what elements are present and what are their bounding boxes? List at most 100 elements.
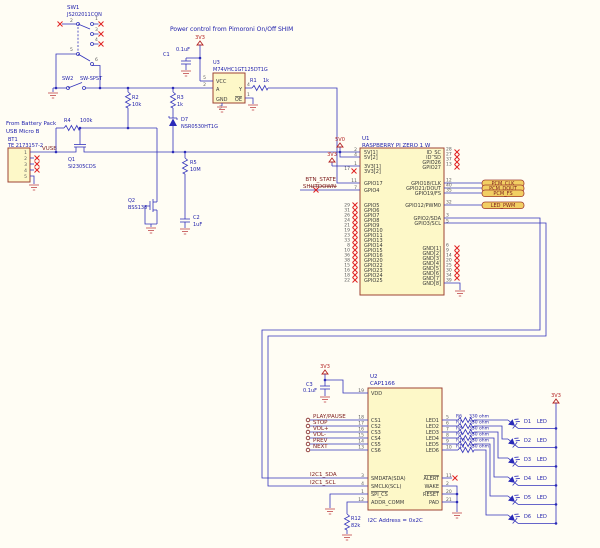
nc-x-icon: [353, 253, 358, 258]
nc-x-icon: [353, 268, 358, 273]
ground-icon: [325, 509, 335, 514]
power-flag-icon: [329, 158, 335, 162]
u1-nc-pin-row: 22 GPIO25: [344, 278, 382, 285]
nc-x-icon: [455, 246, 460, 251]
led-value: LED: [537, 514, 547, 520]
led-value: LED: [537, 419, 547, 425]
net-shutdown: SHUTDOWN: [303, 184, 336, 190]
led-ref: D5: [524, 495, 531, 501]
battery-connector-bt1: From Battery Pack USB Micro B BT1 TE 217…: [6, 121, 57, 190]
bt1-note1: From Battery Pack: [6, 121, 57, 127]
sw1-pin6: 6: [95, 57, 98, 63]
q1-ref: Q1: [68, 157, 75, 163]
u3-pin-vcc: VCC: [216, 79, 227, 85]
sw1-ref: SW1: [67, 5, 79, 11]
sw1-pin5: 5: [70, 47, 73, 53]
d7-ref: D7: [181, 117, 188, 123]
q2-ref: Q2: [128, 198, 135, 204]
touch-controller-u2: U2 CAP1166 3V3 C3 0.1uF VDD 19 PLAY/PAUS…: [303, 364, 489, 540]
nc-x-icon: [353, 258, 358, 263]
ground-icon: [181, 71, 191, 76]
u3-ref: U3: [213, 60, 220, 66]
r3-value: 1k: [177, 102, 183, 108]
connector-pin-icon: [306, 424, 310, 428]
led-ref: D2: [524, 438, 531, 444]
nc-x-icon: [455, 271, 460, 276]
rc-r5-c2: R5 10M C2 1uF: [180, 152, 202, 234]
net-i2c-scl: I2C1_SCL: [310, 480, 337, 486]
u2-pin-name: CS6: [371, 448, 381, 454]
u1-pin-name: GND[8]: [422, 281, 441, 287]
u1-pin-num: 4: [354, 152, 357, 158]
ground-icon: [455, 291, 465, 296]
u1-right-nc-pins: 28 ID_SC 27 ID_SD 37 GPIO26 13 GPIO27: [422, 147, 459, 171]
bt1-pin5: 5: [24, 174, 27, 180]
connector-pin-icon: [306, 430, 310, 434]
sw1-pin4: 4: [95, 37, 98, 43]
bt1-pin2: 2: [24, 156, 27, 162]
r2-value: 10k: [132, 102, 141, 108]
led-resistor-value: 330 ohm: [469, 414, 489, 420]
ground-icon: [146, 228, 156, 233]
nc-x-icon: [353, 218, 358, 223]
net-i2c-sda: I2C1_SDA: [310, 472, 337, 478]
net-flag-label: PCM_FS: [493, 191, 512, 197]
u3-pin-gnd: GND: [216, 97, 228, 103]
nc-x-icon: [353, 233, 358, 238]
nc-x-icon: [353, 208, 358, 213]
u2-pin-name: LED6: [426, 448, 439, 454]
u1-pcm-pins: GPIO18/CLK 12 PCM_CLK GPIO21/DOUT 40 PCM…: [406, 178, 524, 198]
net-flag-label: LED_PWM: [491, 203, 516, 209]
led-ref: D1: [524, 419, 531, 425]
u2-pin-name: ADDR_COMM: [371, 500, 404, 506]
schematic-canvas: Power control from Pimoroni On/Off SHIM …: [0, 0, 600, 548]
nc-x-icon: [353, 273, 358, 278]
u3-pn-oe: 1: [247, 92, 250, 98]
u2-pin-vdd: VDD: [371, 391, 382, 397]
r12-ref: R12: [351, 516, 361, 522]
u2-pin-num: 4: [361, 481, 364, 487]
u2-led-pins: LED1 5 R6 330 ohm LED2 6 R7 330 ohm LED3…: [426, 414, 489, 455]
led-ref: D3: [524, 457, 531, 463]
nc-x-icon: [353, 243, 358, 248]
nc-x-icon: [353, 223, 358, 228]
nc-x-icon: [353, 203, 358, 208]
led-row: D2 LED: [506, 433, 558, 450]
bt1-pin3: 3: [24, 162, 27, 168]
ground-icon: [320, 397, 330, 402]
net-vusb: VUSB: [42, 146, 57, 152]
c3-value: 0.1uF: [303, 388, 317, 394]
connector-pin-icon: [306, 436, 310, 440]
u2-pin-num: 18: [358, 415, 364, 421]
u2-pin-num: 15: [358, 433, 364, 439]
u2-pin-num: 19: [358, 388, 364, 394]
led-value: LED: [537, 476, 547, 482]
nc-x-icon: [455, 160, 460, 165]
u2-pin-name: SPI_CS: [371, 492, 388, 498]
nc-x-icon: [353, 248, 358, 253]
nc-x-icon: [455, 266, 460, 271]
sw2-ref: SW2: [62, 76, 73, 82]
connector-pin-icon: [306, 442, 310, 446]
power-flag-icon: [553, 399, 559, 403]
c2-value: 1uF: [193, 222, 202, 228]
u2-pin-num: 14: [358, 439, 364, 445]
led-row: D5 LED: [506, 490, 558, 507]
touch-net-label: NEXT: [313, 444, 328, 450]
r3-ref: R3: [177, 95, 184, 101]
led-row: D1 LED: [506, 414, 558, 431]
u2-pin-name: RESET: [423, 492, 440, 498]
u1-pin-name: 3V3[2]: [364, 169, 381, 175]
u2-pin-name: SMDATA(SDA): [371, 476, 406, 482]
u1-pin-num: 13: [446, 162, 452, 168]
ground-icon: [342, 535, 352, 540]
u1-pin-name: GPIO19/FS: [415, 191, 441, 197]
r1-ref: R1: [250, 78, 257, 84]
pwr-3v3-label: 3V3: [320, 364, 330, 370]
u1-pin-name: GPIO4: [364, 188, 379, 194]
led-resistor-ref: R9: [456, 432, 462, 438]
u3-part: M74VHC1GT125DT1G: [213, 67, 268, 73]
bt1-pin1: 1: [24, 150, 27, 156]
led-row: D3 LED: [506, 452, 558, 469]
c2-ref: C2: [193, 215, 200, 221]
